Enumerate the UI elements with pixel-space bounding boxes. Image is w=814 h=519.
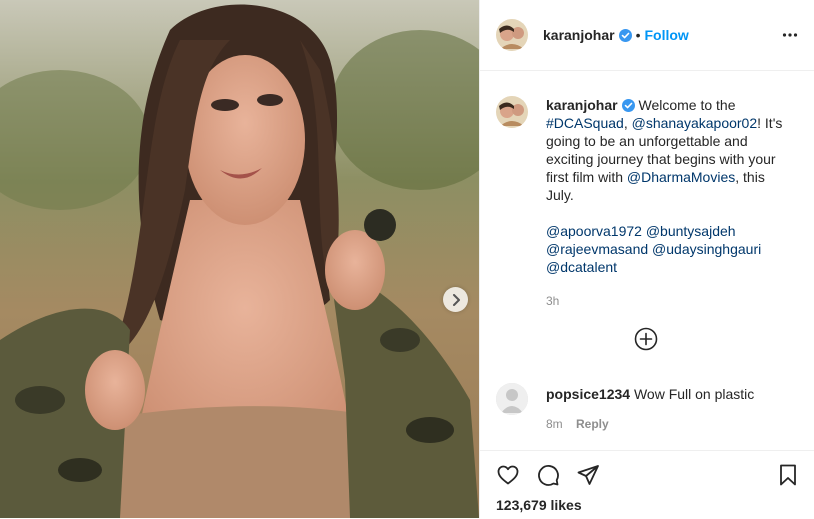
caption-author-avatar[interactable]	[496, 96, 528, 128]
post-header: karanjohar • Follow	[480, 0, 814, 71]
caption-text: karanjohar Welcome to the #DCASquad, @sh…	[546, 96, 796, 310]
caption-segment: ,	[623, 115, 632, 131]
paper-plane-icon[interactable]	[576, 463, 600, 487]
post-side-panel: karanjohar • Follow karanjohar Welcome t…	[479, 0, 814, 518]
next-photo-button[interactable]	[443, 287, 468, 312]
comment-timestamp: 8m	[546, 417, 563, 431]
portrait-photo-illustration	[0, 0, 479, 518]
header-separator: •	[635, 27, 641, 43]
caption-username[interactable]: karanjohar	[546, 97, 618, 113]
default-avatar-icon	[496, 383, 528, 415]
caption-timestamp: 3h	[546, 294, 560, 308]
heart-icon[interactable]	[496, 463, 520, 487]
reply-button[interactable]: Reply	[576, 417, 609, 431]
mention-link[interactable]: @apoorva1972	[546, 223, 642, 239]
instagram-post: karanjohar • Follow karanjohar Welcome t…	[0, 0, 814, 518]
likes-count[interactable]: 123,679 likes	[496, 497, 582, 513]
caption-segment: Welcome to the	[638, 97, 736, 113]
plus-circle-icon[interactable]	[634, 327, 658, 351]
avatar-image	[496, 96, 528, 128]
chevron-right-icon	[452, 293, 460, 306]
commenter-username[interactable]: popsice1234	[546, 386, 630, 402]
hashtag-link[interactable]: #DCASquad	[546, 115, 624, 131]
verified-badge-icon	[621, 99, 635, 112]
action-bar: 123,679 likes	[480, 450, 814, 519]
avatar-image	[496, 19, 528, 51]
mention-link[interactable]: @dcatalent	[546, 259, 617, 275]
mention-link[interactable]: @shanayakapoor02	[632, 115, 758, 131]
mention-link[interactable]: @rajeevmasand	[546, 241, 648, 257]
comment-icon[interactable]	[536, 463, 560, 487]
more-options-icon[interactable]	[782, 27, 798, 43]
bookmark-icon[interactable]	[776, 463, 800, 487]
comment-text: Wow Full on plastic	[633, 386, 755, 402]
mention-link[interactable]: @udaysinghgauri	[652, 241, 761, 257]
post-photo[interactable]	[0, 0, 479, 518]
author-username[interactable]: karanjohar	[543, 27, 615, 43]
author-avatar[interactable]	[496, 19, 528, 51]
mention-link[interactable]: @DharmaMovies	[627, 169, 735, 185]
commenter-avatar[interactable]	[496, 383, 528, 415]
mention-link[interactable]: @buntysajdeh	[646, 223, 736, 239]
verified-badge-icon	[618, 28, 632, 42]
follow-button[interactable]: Follow	[645, 27, 689, 43]
